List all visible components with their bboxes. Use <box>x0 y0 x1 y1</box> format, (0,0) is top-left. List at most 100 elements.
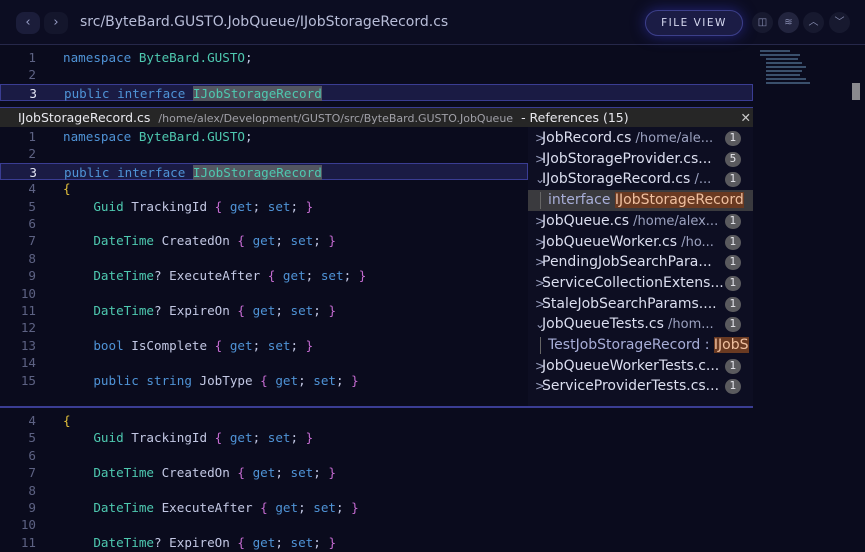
minimap[interactable] <box>760 48 850 98</box>
line-number: 12 <box>20 320 36 336</box>
code-token: get <box>252 465 276 481</box>
reference-match[interactable]: interface IJobStorageRecord <box>528 190 753 211</box>
code-token: DateTime <box>63 534 154 550</box>
code-line[interactable]: 4{ <box>0 412 753 429</box>
code-token: DateTime <box>63 268 154 284</box>
line-number: 7 <box>28 233 36 249</box>
code-line[interactable]: 14 <box>0 354 528 371</box>
peek-header: IJobStorageRecord.cs /home/alex/Developm… <box>0 107 753 127</box>
code-token: ; <box>336 500 352 515</box>
code-token: set <box>290 465 314 481</box>
code-line[interactable]: 2 <box>0 145 528 162</box>
code-text: namespace ByteBard.GUSTO; <box>63 128 253 145</box>
close-icon[interactable]: ✕ <box>741 108 751 128</box>
code-line[interactable]: 12 <box>0 319 528 336</box>
split-icon[interactable]: ◫ <box>752 12 773 33</box>
file-view-button[interactable]: FILE VIEW <box>645 10 743 36</box>
code-line[interactable]: 3 public interface IJobStorageRecord <box>0 162 528 181</box>
code-text: DateTime? ExpireOn { get; set; } <box>63 534 336 551</box>
reference-count-badge: 1 <box>725 172 741 188</box>
layers-icon[interactable]: ≋ <box>778 12 799 33</box>
code-line[interactable]: 7 DateTime CreatedOn { get; set; } <box>0 232 528 249</box>
code-line[interactable]: 9 DateTime ExecuteAfter { get; set; } <box>0 499 753 516</box>
title-bar: ‹ › src/ByteBard.GUSTO.JobQueue/IJobStor… <box>0 0 865 45</box>
scrollbar-thumb[interactable] <box>852 83 860 100</box>
reference-match[interactable]: TestJobStorageRecord : IJobS <box>528 335 753 356</box>
code-token: TrackingId <box>131 430 215 446</box>
line-number: 4 <box>28 181 36 197</box>
code-line[interactable]: 11 DateTime? ExpireOn { get; set; } <box>0 534 753 551</box>
reference-file[interactable]: > JobQueue.cs /home/alex... 1 <box>528 211 753 232</box>
code-token: set <box>320 268 344 284</box>
code-line[interactable]: 10 <box>0 285 528 302</box>
code-token: ? <box>154 534 170 550</box>
code-line[interactable]: 7 DateTime CreatedOn { get; set; } <box>0 464 753 481</box>
reference-file[interactable]: > ServiceProviderTests.cs... 1 <box>528 376 753 397</box>
code-token: IJobStorageRecord <box>192 164 322 180</box>
code-token: ; <box>305 268 321 284</box>
code-token: IJobStorageRecord <box>192 85 322 101</box>
code-line[interactable]: 10 <box>0 516 753 533</box>
code-token: } <box>351 372 359 388</box>
code-token: { <box>214 198 230 214</box>
editor-bottom[interactable]: 4{5 Guid TrackingId { get; set; } 6 7 Date… <box>0 412 753 552</box>
line-number: 1 <box>28 129 36 144</box>
code-line[interactable]: 1 namespace ByteBard.GUSTO; <box>0 128 528 145</box>
reference-file[interactable]: > ServiceCollectionExtens... 1 <box>528 273 753 294</box>
code-token: Guid <box>63 198 132 214</box>
code-line[interactable]: 11 DateTime? ExpireOn { get; set; } <box>0 302 528 319</box>
code-token: ; <box>313 303 329 318</box>
reference-file-path: /home/alex... <box>629 213 719 229</box>
code-line[interactable]: 13 bool IsComplete { get; set; } <box>0 337 528 354</box>
code-line[interactable]: 5 Guid TrackingId { get; set; } <box>0 429 753 446</box>
code-token: set <box>267 198 291 214</box>
code-token: namespace <box>63 50 139 65</box>
chevron-down-icon[interactable]: ﹀ <box>829 12 850 33</box>
reference-count-badge: 1 <box>725 317 741 333</box>
reference-count-badge: 1 <box>725 234 741 250</box>
code-line[interactable]: 8 <box>0 482 753 499</box>
reference-file[interactable]: > IJobStorageProvider.cs... 5 <box>528 149 753 170</box>
code-token: get <box>252 534 276 550</box>
code-token: set <box>290 233 314 249</box>
reference-count-badge: 1 <box>725 131 741 146</box>
code-line[interactable]: 8 <box>0 250 528 267</box>
reference-file[interactable]: > JobRecord.cs /home/ale... 1 <box>528 128 753 149</box>
peek-editor[interactable]: 1 namespace ByteBard.GUSTO; 2 3 public inter… <box>0 128 528 406</box>
code-token: ; <box>275 303 291 318</box>
code-token: ; <box>244 50 253 65</box>
forward-button[interactable]: › <box>44 12 68 34</box>
line-number: 8 <box>28 482 36 498</box>
code-line[interactable]: 2 <box>0 66 753 83</box>
code-token: set <box>290 303 314 318</box>
reference-file[interactable]: > StaleJobSearchParams.... 1 <box>528 294 753 315</box>
reference-file[interactable]: > JobQueueWorkerTests.c... 1 <box>528 356 753 377</box>
code-line[interactable]: 1 namespace ByteBard.GUSTO; <box>0 49 753 66</box>
code-line[interactable]: 6 <box>0 215 528 232</box>
match-context: interface <box>548 192 615 209</box>
code-text: DateTime ExecuteAfter { get; set; } <box>63 499 358 516</box>
reference-file-name: ServiceCollectionExtens... <box>542 274 724 291</box>
code-line[interactable]: 6 <box>0 447 753 464</box>
reference-file[interactable]: ⌄ IJobStorageRecord.cs /... 1 <box>528 169 753 190</box>
back-button[interactable]: ‹ <box>16 12 40 34</box>
code-line[interactable]: 5 Guid TrackingId { get; set; } <box>0 198 528 215</box>
line-number: 6 <box>28 447 36 463</box>
code-token: ; <box>298 372 314 388</box>
code-line[interactable]: 9 DateTime? ExecuteAfter { get; set; } <box>0 267 528 284</box>
code-token: } <box>328 303 337 318</box>
code-token: ByteBard.GUSTO <box>138 129 245 144</box>
code-token: ; <box>252 198 268 214</box>
reference-file[interactable]: > JobQueueWorker.cs /ho... 1 <box>528 232 753 253</box>
code-line[interactable]: 15 public string JobType { get; set; } <box>0 372 528 389</box>
reference-file[interactable]: ⌄ JobQueueTests.cs /hom... 1 <box>528 314 753 335</box>
chevron-up-icon[interactable]: ︿ <box>803 12 824 33</box>
code-line[interactable]: 3 public interface IJobStorageRecord <box>0 83 753 102</box>
code-line[interactable]: 4{ <box>0 180 528 197</box>
chevron-left-icon: ‹ <box>25 15 31 30</box>
line-number: 4 <box>28 413 36 428</box>
code-token: ; <box>290 337 306 353</box>
editor-top[interactable]: 1 namespace ByteBard.GUSTO; 2 3 public inter… <box>0 49 753 107</box>
reference-count-badge: 1 <box>725 379 741 395</box>
reference-file[interactable]: > PendingJobSearchPara... 1 <box>528 252 753 273</box>
